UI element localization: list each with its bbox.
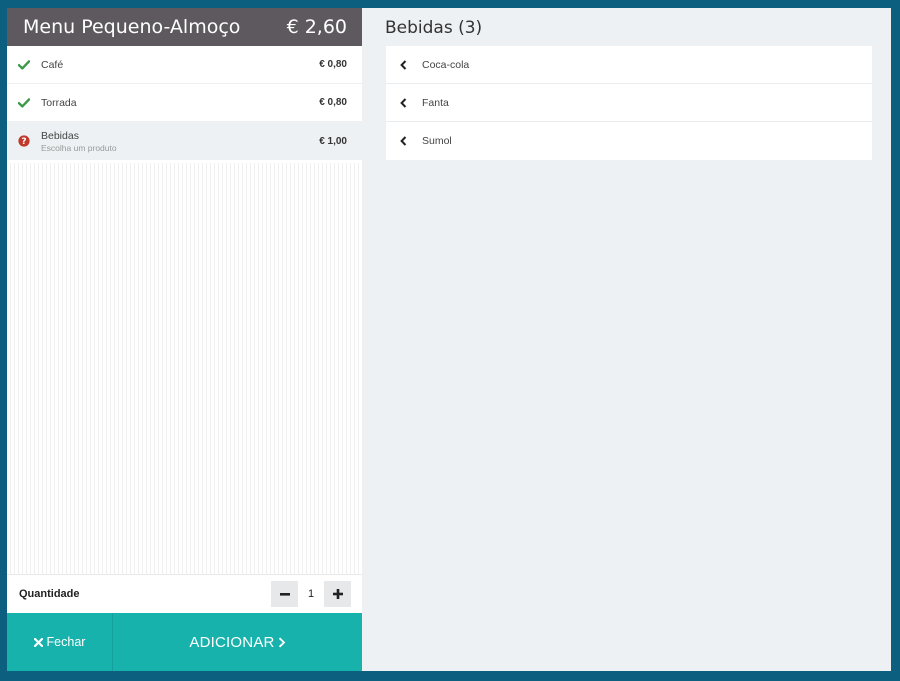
menu-item-price: € 0,80 — [319, 97, 347, 108]
app-frame: Menu Pequeno-Almoço € 2,60 Café € 0,80 T… — [7, 8, 891, 671]
product-list: Coca-cola Fanta Sumol — [386, 46, 872, 160]
quantity-label: Quantidade — [19, 588, 80, 600]
product-panel: Bebidas (3) Coca-cola Fanta Sumol — [362, 8, 891, 671]
close-button[interactable]: Fechar — [7, 613, 113, 671]
quantity-row: Quantidade 1 — [7, 574, 362, 613]
product-coca-cola[interactable]: Coca-cola — [386, 46, 872, 84]
menu-panel: Menu Pequeno-Almoço € 2,60 Café € 0,80 T… — [7, 8, 362, 671]
product-label: Fanta — [422, 96, 449, 109]
menu-item-subtitle: Escolha um produto — [41, 142, 117, 153]
category-title: Bebidas (3) — [385, 18, 483, 38]
menu-item-label: Café — [41, 58, 64, 71]
quantity-decrease-button[interactable] — [271, 581, 298, 607]
chevron-left-icon — [400, 136, 422, 146]
plus-icon — [332, 589, 343, 599]
menu-item-label: Bebidas — [41, 129, 79, 142]
close-button-label: Fechar — [46, 635, 86, 649]
menu-item-price: € 1,00 — [319, 135, 347, 147]
menu-title: Menu Pequeno-Almoço — [23, 16, 241, 38]
product-label: Sumol — [422, 135, 452, 147]
quantity-increase-button[interactable] — [324, 581, 351, 607]
product-fanta[interactable]: Fanta — [386, 84, 872, 122]
add-button-label: ADICIONAR — [189, 633, 275, 651]
product-label: Coca-cola — [422, 58, 470, 71]
menu-item-bebidas[interactable]: ? Bebidas Escolha um produto € 1,00 — [7, 122, 362, 160]
menu-item-torrada[interactable]: Torrada € 0,80 — [7, 84, 362, 122]
quantity-value: 1 — [307, 588, 315, 600]
menu-total-price: € 2,60 — [286, 16, 347, 38]
action-bar: Fechar ADICIONAR — [7, 613, 362, 671]
chevron-right-icon — [278, 637, 285, 647]
menu-item-price: € 0,80 — [319, 59, 347, 70]
add-button[interactable]: ADICIONAR — [113, 613, 362, 671]
svg-text:?: ? — [21, 137, 26, 147]
menu-item-cafe[interactable]: Café € 0,80 — [7, 46, 362, 84]
minus-icon — [279, 592, 290, 596]
check-icon — [18, 58, 38, 72]
chevron-left-icon — [400, 97, 422, 108]
times-icon — [33, 637, 43, 647]
question-circle-icon: ? — [18, 134, 38, 148]
product-sumol[interactable]: Sumol — [386, 122, 872, 160]
menu-item-label: Torrada — [41, 96, 77, 109]
empty-area — [7, 163, 362, 574]
check-icon — [18, 96, 38, 110]
chevron-left-icon — [400, 59, 422, 70]
menu-header: Menu Pequeno-Almoço € 2,60 — [7, 8, 362, 46]
